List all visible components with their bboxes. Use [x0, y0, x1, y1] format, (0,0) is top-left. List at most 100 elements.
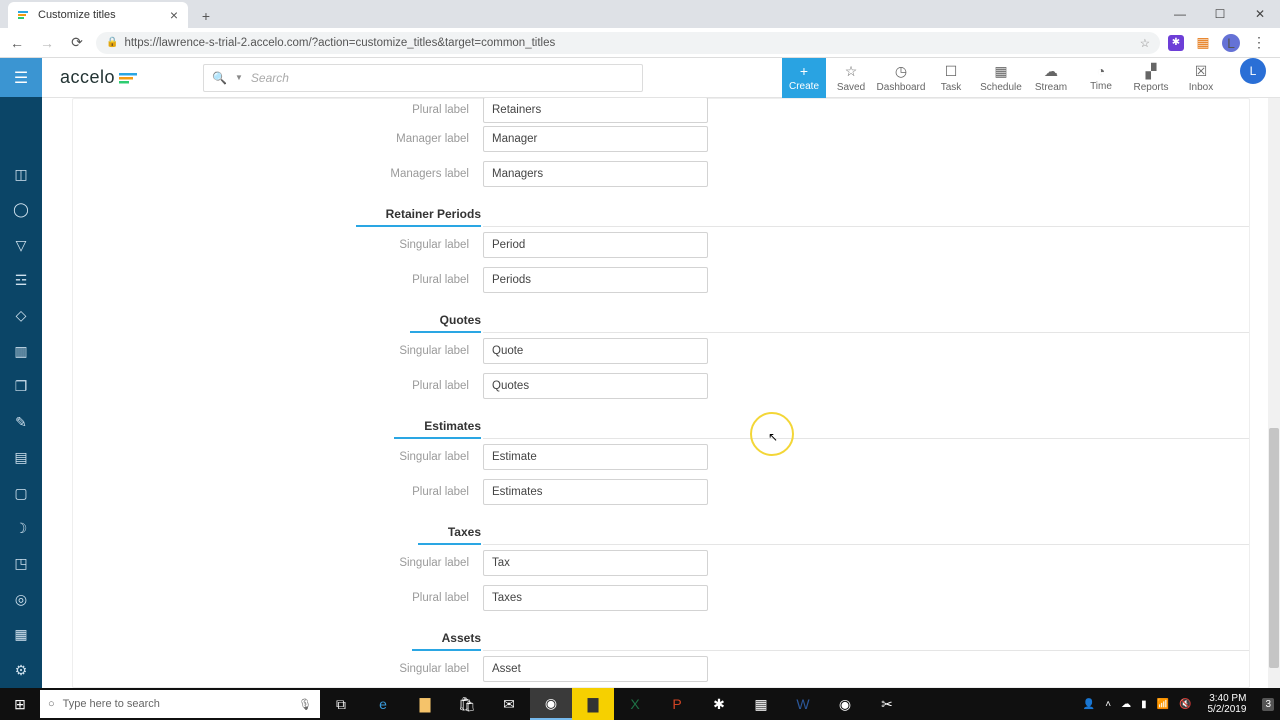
browser-profile-avatar[interactable]: L: [1222, 34, 1240, 52]
calculator-icon[interactable]: ▦: [740, 688, 782, 720]
scrollbar-thumb[interactable]: [1269, 428, 1279, 668]
record-icon[interactable]: ◉: [824, 688, 866, 720]
estimate-singular-input[interactable]: [483, 444, 708, 470]
taskbar-search[interactable]: ○ Type here to search 🎙: [40, 690, 320, 718]
page-scrollbar[interactable]: [1268, 98, 1280, 688]
rail-bag-icon[interactable]: ▢: [0, 475, 42, 510]
task-icon: ☐: [945, 63, 958, 80]
browser-tab-active[interactable]: Customize titles ×: [8, 2, 188, 28]
excel-icon[interactable]: X: [614, 688, 656, 720]
search-dropdown-icon[interactable]: ▼: [235, 73, 243, 82]
rail-settings-icon[interactable]: ⚙: [0, 653, 42, 688]
managers-label-input[interactable]: [483, 161, 708, 187]
rail-contacts-icon[interactable]: ◯: [0, 192, 42, 227]
rail-calc-icon[interactable]: ▤: [0, 440, 42, 475]
clock-icon: ◔: [1097, 63, 1105, 79]
logo-text: accelo: [60, 67, 115, 88]
mail-icon[interactable]: ✉: [488, 688, 530, 720]
rail-cube-icon[interactable]: ◳: [0, 546, 42, 581]
logo[interactable]: accelo: [60, 67, 143, 88]
start-button[interactable]: ⊞: [0, 696, 40, 713]
star-icon: ☆: [845, 63, 858, 80]
powerpoint-icon[interactable]: P: [656, 688, 698, 720]
create-button[interactable]: + Create: [782, 58, 826, 98]
period-plural-input[interactable]: [483, 267, 708, 293]
quote-plural-input[interactable]: [483, 373, 708, 399]
hamburger-button[interactable]: ☰: [0, 58, 42, 97]
forward-button: →: [36, 35, 58, 51]
volume-icon[interactable]: 🔇: [1179, 699, 1191, 710]
edge-icon[interactable]: e: [362, 688, 404, 720]
slack-icon[interactable]: ✱: [698, 688, 740, 720]
logo-mark-icon: [119, 70, 143, 86]
rail-tickets-icon[interactable]: ◇: [0, 298, 42, 333]
field-label: Plural label: [73, 380, 483, 392]
store-icon[interactable]: 🛍: [446, 688, 488, 720]
field-label: Singular label: [73, 239, 483, 251]
back-button[interactable]: ←: [6, 35, 28, 51]
rail-list-icon[interactable]: ▦: [0, 617, 42, 652]
minimize-icon[interactable]: ―: [1160, 0, 1200, 28]
tray-chevron-icon[interactable]: ˄: [1105, 699, 1111, 710]
new-tab-button[interactable]: +: [194, 4, 218, 28]
tax-singular-input[interactable]: [483, 550, 708, 576]
rail-copy-icon[interactable]: ❐: [0, 369, 42, 404]
app-root: ☰ ◫ ◯ ▽ ☲ ◇ ▥ ❐ ✎ ▤ ▢ ☽ ◳ ◎ ▦ ⚙ accelo 🔍…: [0, 58, 1280, 688]
window-controls: ― ☐ ✕: [1160, 0, 1280, 28]
chrome-menu-icon[interactable]: ⋮: [1250, 34, 1268, 51]
chrome-icon[interactable]: ◉: [530, 688, 572, 720]
rail-team-icon[interactable]: ☽: [0, 511, 42, 546]
star-icon[interactable]: ☆: [1140, 36, 1150, 50]
inbox-button[interactable]: ☒ Inbox: [1176, 58, 1226, 98]
rail-target-icon[interactable]: ◎: [0, 582, 42, 617]
word-icon[interactable]: W: [782, 688, 824, 720]
manager-label-input[interactable]: [483, 126, 708, 152]
saved-button[interactable]: ☆ Saved: [826, 58, 876, 98]
tax-plural-input[interactable]: [483, 585, 708, 611]
reports-button[interactable]: ▞ Reports: [1126, 58, 1176, 98]
reload-button[interactable]: ⟳: [66, 34, 88, 51]
rail-sign-icon[interactable]: ✎: [0, 405, 42, 440]
asset-singular-input[interactable]: [483, 656, 708, 682]
content-area: Plural label Manager label Managers labe…: [42, 98, 1280, 688]
onedrive-icon[interactable]: ☁: [1121, 699, 1131, 710]
notification-badge[interactable]: 3: [1262, 698, 1274, 711]
task-button[interactable]: ☐ Task: [926, 58, 976, 98]
global-search[interactable]: 🔍 ▼ Search: [203, 64, 643, 92]
field-label: Singular label: [73, 663, 483, 675]
dashboard-button[interactable]: ◷ Dashboard: [876, 58, 926, 98]
rail-retainers-icon[interactable]: ▥: [0, 334, 42, 369]
time-button[interactable]: ◔ Time: [1076, 58, 1126, 98]
explorer-icon[interactable]: ▇: [404, 688, 446, 720]
close-window-icon[interactable]: ✕: [1240, 0, 1280, 28]
stream-icon: ☁: [1044, 63, 1058, 80]
task-view-icon[interactable]: ⧉: [320, 688, 362, 720]
system-tray: 👤 ˄ ☁ ▮ 📶 🔇 3:40 PM 5/2/2019 3: [1083, 693, 1280, 715]
field-label: Singular label: [73, 345, 483, 357]
stream-button[interactable]: ☁ Stream: [1026, 58, 1076, 98]
address-bar[interactable]: 🔒 https://lawrence-s-trial-2.accelo.com/…: [96, 32, 1160, 54]
rail-dashboard-icon[interactable]: ◫: [0, 156, 42, 191]
quote-singular-input[interactable]: [483, 338, 708, 364]
user-avatar[interactable]: L: [1240, 58, 1266, 84]
wifi-icon[interactable]: 📶: [1157, 699, 1169, 710]
battery-icon[interactable]: ▮: [1141, 699, 1147, 710]
maximize-icon[interactable]: ☐: [1200, 0, 1240, 28]
field-label: Plural label: [73, 592, 483, 604]
cortana-icon: ○: [48, 698, 55, 710]
mic-icon[interactable]: 🎙: [298, 698, 312, 711]
rail-filter-icon[interactable]: ▽: [0, 227, 42, 262]
estimate-plural-input[interactable]: [483, 479, 708, 505]
people-icon[interactable]: 👤: [1083, 699, 1095, 710]
taskbar-clock[interactable]: 3:40 PM 5/2/2019: [1202, 693, 1253, 715]
sticky-notes-icon[interactable]: ▇: [572, 688, 614, 720]
rail-projects-icon[interactable]: ☲: [0, 263, 42, 298]
schedule-button[interactable]: ▦ Schedule: [976, 58, 1026, 98]
chart-icon: ▞: [1146, 63, 1157, 80]
period-singular-input[interactable]: [483, 232, 708, 258]
tab-close-icon[interactable]: ×: [170, 7, 178, 23]
snip-icon[interactable]: ✂: [866, 688, 908, 720]
retainers-plural-input[interactable]: [483, 98, 708, 123]
extension-icon[interactable]: ✱: [1168, 35, 1184, 51]
extension-icon-2[interactable]: ▦: [1194, 34, 1212, 51]
